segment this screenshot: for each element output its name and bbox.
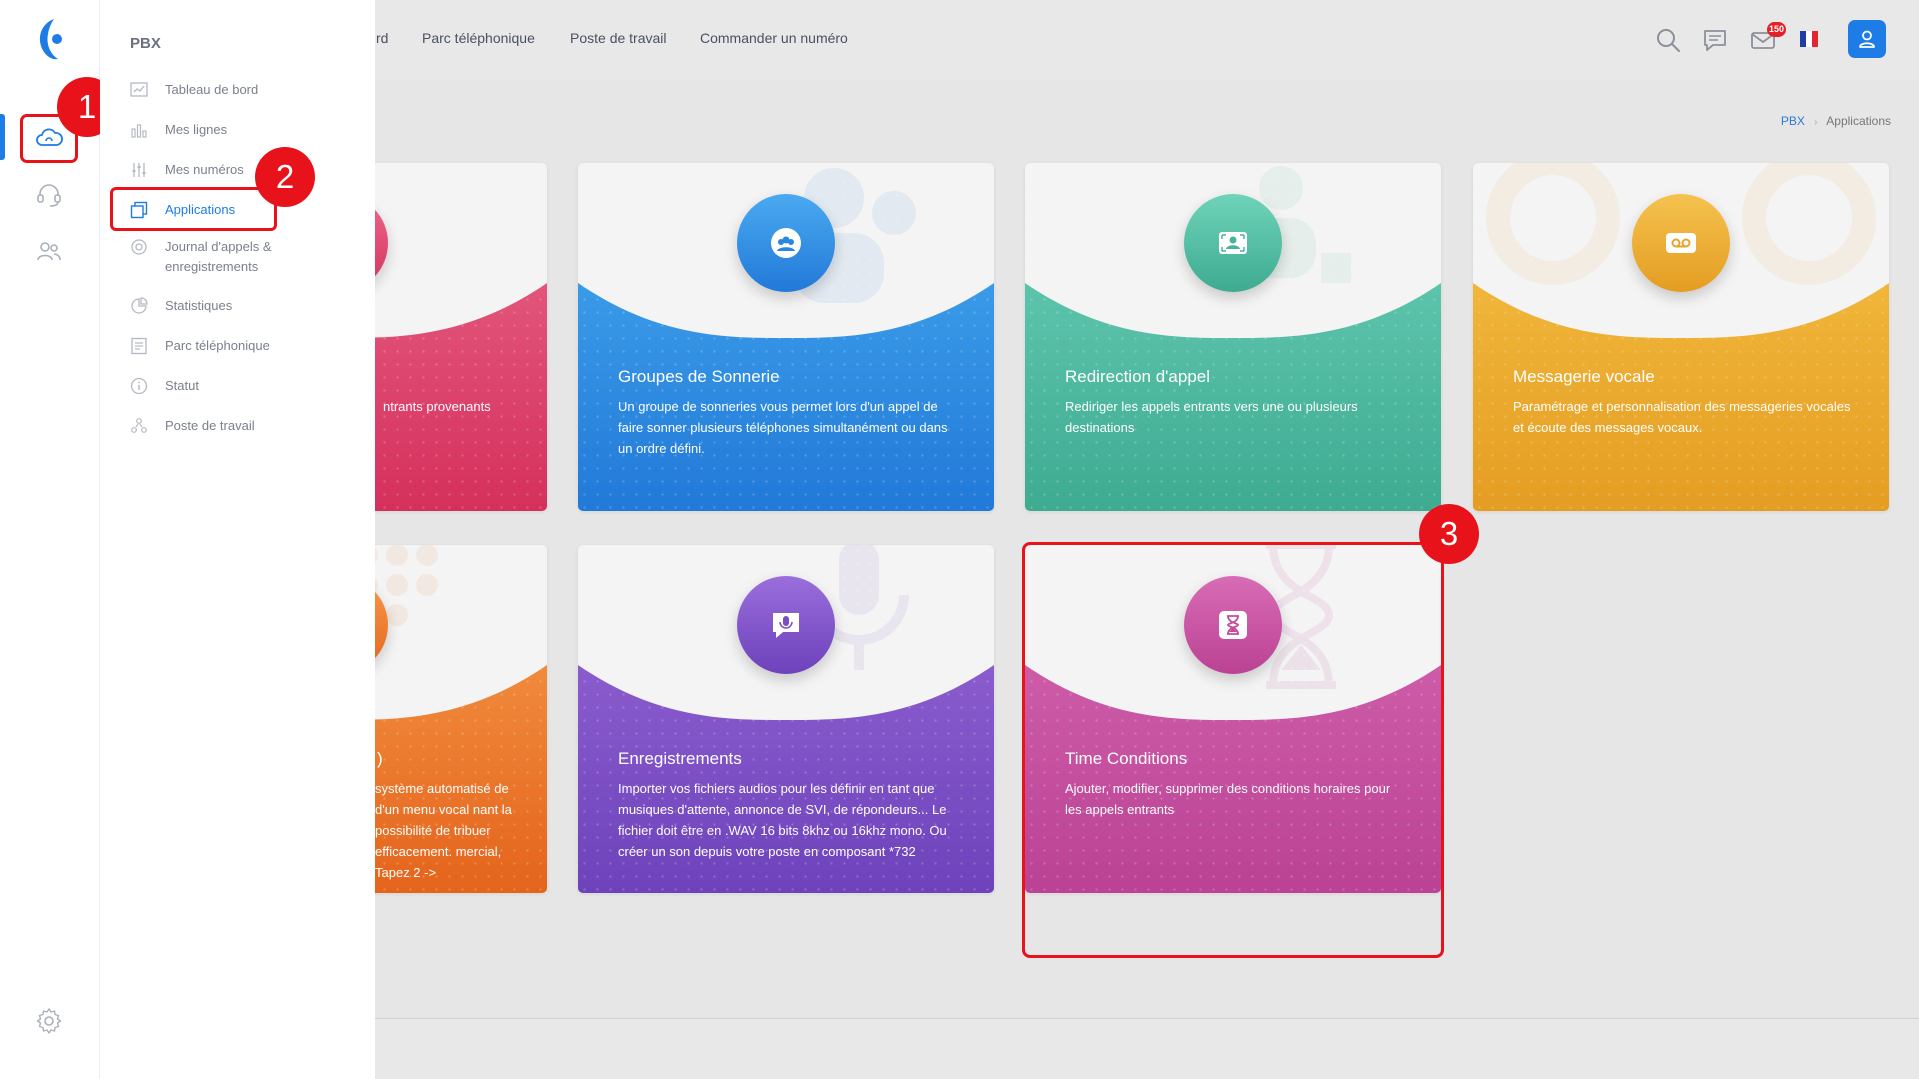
language-flag-icon[interactable]	[1800, 31, 1818, 47]
flag-stripe-red	[1812, 31, 1818, 47]
info-icon	[130, 377, 148, 395]
annotation-step-3: 3	[1419, 504, 1479, 564]
settings-gear-icon[interactable]	[34, 1006, 64, 1036]
card-title: Enregistrements	[618, 749, 742, 768]
topnav-commander-numero[interactable]: Commander un numéro	[700, 30, 848, 46]
card-icon-circle	[737, 576, 835, 674]
brand-logo-icon[interactable]	[32, 16, 66, 62]
app-card-groupes-de-sonnerie[interactable]: Groupes de Sonnerie Un groupe de sonneri…	[578, 163, 994, 511]
topnav-parc-telephonique[interactable]: Parc téléphonique	[422, 30, 535, 46]
card-title: Messagerie vocale	[1513, 367, 1655, 386]
card-description: Paramétrage et personnalisation des mess…	[1513, 399, 1851, 435]
card-title: )	[377, 749, 383, 768]
annotation-step-2: 2	[255, 147, 315, 207]
menu-item-mes-numeros[interactable]: Mes numéros	[130, 160, 244, 180]
ring-group-icon	[771, 228, 801, 258]
card-title: Redirection d'appel	[1065, 367, 1211, 386]
workstation-icon	[131, 418, 147, 433]
stats-icon	[131, 297, 148, 314]
annotation-highlight-time-conditions	[1022, 542, 1444, 958]
menu-item-label: Journal d'appels & enregistrements	[165, 239, 272, 274]
card-icon-circle	[737, 194, 835, 292]
menu-item-label: Poste de travail	[165, 418, 255, 433]
menu-item-label: Tableau de bord	[165, 82, 259, 97]
menu-item-statut[interactable]: Statut	[130, 376, 199, 396]
menu-item-label: Mes lignes	[165, 122, 228, 137]
card-description: système automatisé de d'un menu vocal na…	[375, 781, 512, 880]
topnav-tableau-de-bord[interactable]: rd	[376, 30, 388, 46]
users-icon[interactable]	[34, 236, 64, 266]
menu-item-label: Statut	[165, 378, 199, 393]
app-card-redirection-appel[interactable]: Redirection d'appel Rediriger les appels…	[1025, 163, 1441, 511]
card-description: Rediriger les appels entrants vers une o…	[1065, 399, 1358, 435]
app-card-enregistrements[interactable]: Enregistrements Importer vos fichiers au…	[578, 545, 994, 893]
redirect-icon	[1219, 232, 1247, 254]
menu-item-statistiques[interactable]: Statistiques	[130, 296, 232, 316]
menu-section-title: PBX	[130, 35, 161, 52]
journal-icon	[131, 239, 147, 255]
topnav-poste-de-travail[interactable]: Poste de travail	[570, 30, 667, 46]
menu-item-label: Statistiques	[165, 298, 233, 313]
chart-icon	[130, 82, 148, 97]
menu-item-label: Parc téléphonique	[165, 338, 270, 353]
mail-badge: 150	[1767, 22, 1786, 37]
menu-item-mes-lignes[interactable]: Mes lignes	[130, 120, 227, 140]
card-icon-circle	[1632, 194, 1730, 292]
menu-item-poste-de-travail[interactable]: Poste de travail	[130, 416, 255, 436]
menu-item-label: Mes numéros	[165, 162, 244, 177]
chat-icon[interactable]	[1701, 26, 1729, 54]
menu-item-parc-telephonique[interactable]: Parc téléphonique	[130, 336, 270, 356]
phone-park-icon	[131, 337, 147, 355]
user-icon	[1859, 30, 1875, 48]
breadcrumb: PBX › Applications	[1781, 114, 1891, 128]
card-icon-circle	[1184, 194, 1282, 292]
card-description: ntrants provenants	[383, 399, 491, 414]
card-description: Un groupe de sonneries vous permet lors …	[618, 399, 948, 456]
support-headset-icon[interactable]	[34, 180, 64, 210]
menu-item-journal-appels[interactable]: Journal d'appels & enregistrements	[130, 237, 310, 277]
breadcrumb-pbx[interactable]: PBX	[1781, 114, 1805, 128]
numbers-icon	[132, 163, 146, 177]
app-card-messagerie-vocale[interactable]: Messagerie vocale Paramétrage et personn…	[1473, 163, 1889, 511]
menu-item-tableau-de-bord[interactable]: Tableau de bord	[130, 80, 258, 100]
search-icon[interactable]	[1654, 26, 1682, 54]
card-title: Groupes de Sonnerie	[618, 367, 780, 386]
voicemail-icon	[1666, 233, 1696, 253]
rail-active-indicator	[0, 114, 5, 160]
microphone-icon	[773, 613, 799, 638]
breadcrumb-separator: ›	[1813, 117, 1818, 128]
pbx-menu-panel: PBX Tableau de bord Mes lignes Mes numér…	[100, 0, 375, 1079]
card-description: Importer vos fichiers audios pour les dé…	[618, 781, 947, 859]
annotation-highlight-applications	[110, 187, 277, 231]
lines-icon	[131, 124, 147, 138]
breadcrumb-current: Applications	[1826, 114, 1891, 128]
user-account-button[interactable]	[1848, 20, 1886, 58]
